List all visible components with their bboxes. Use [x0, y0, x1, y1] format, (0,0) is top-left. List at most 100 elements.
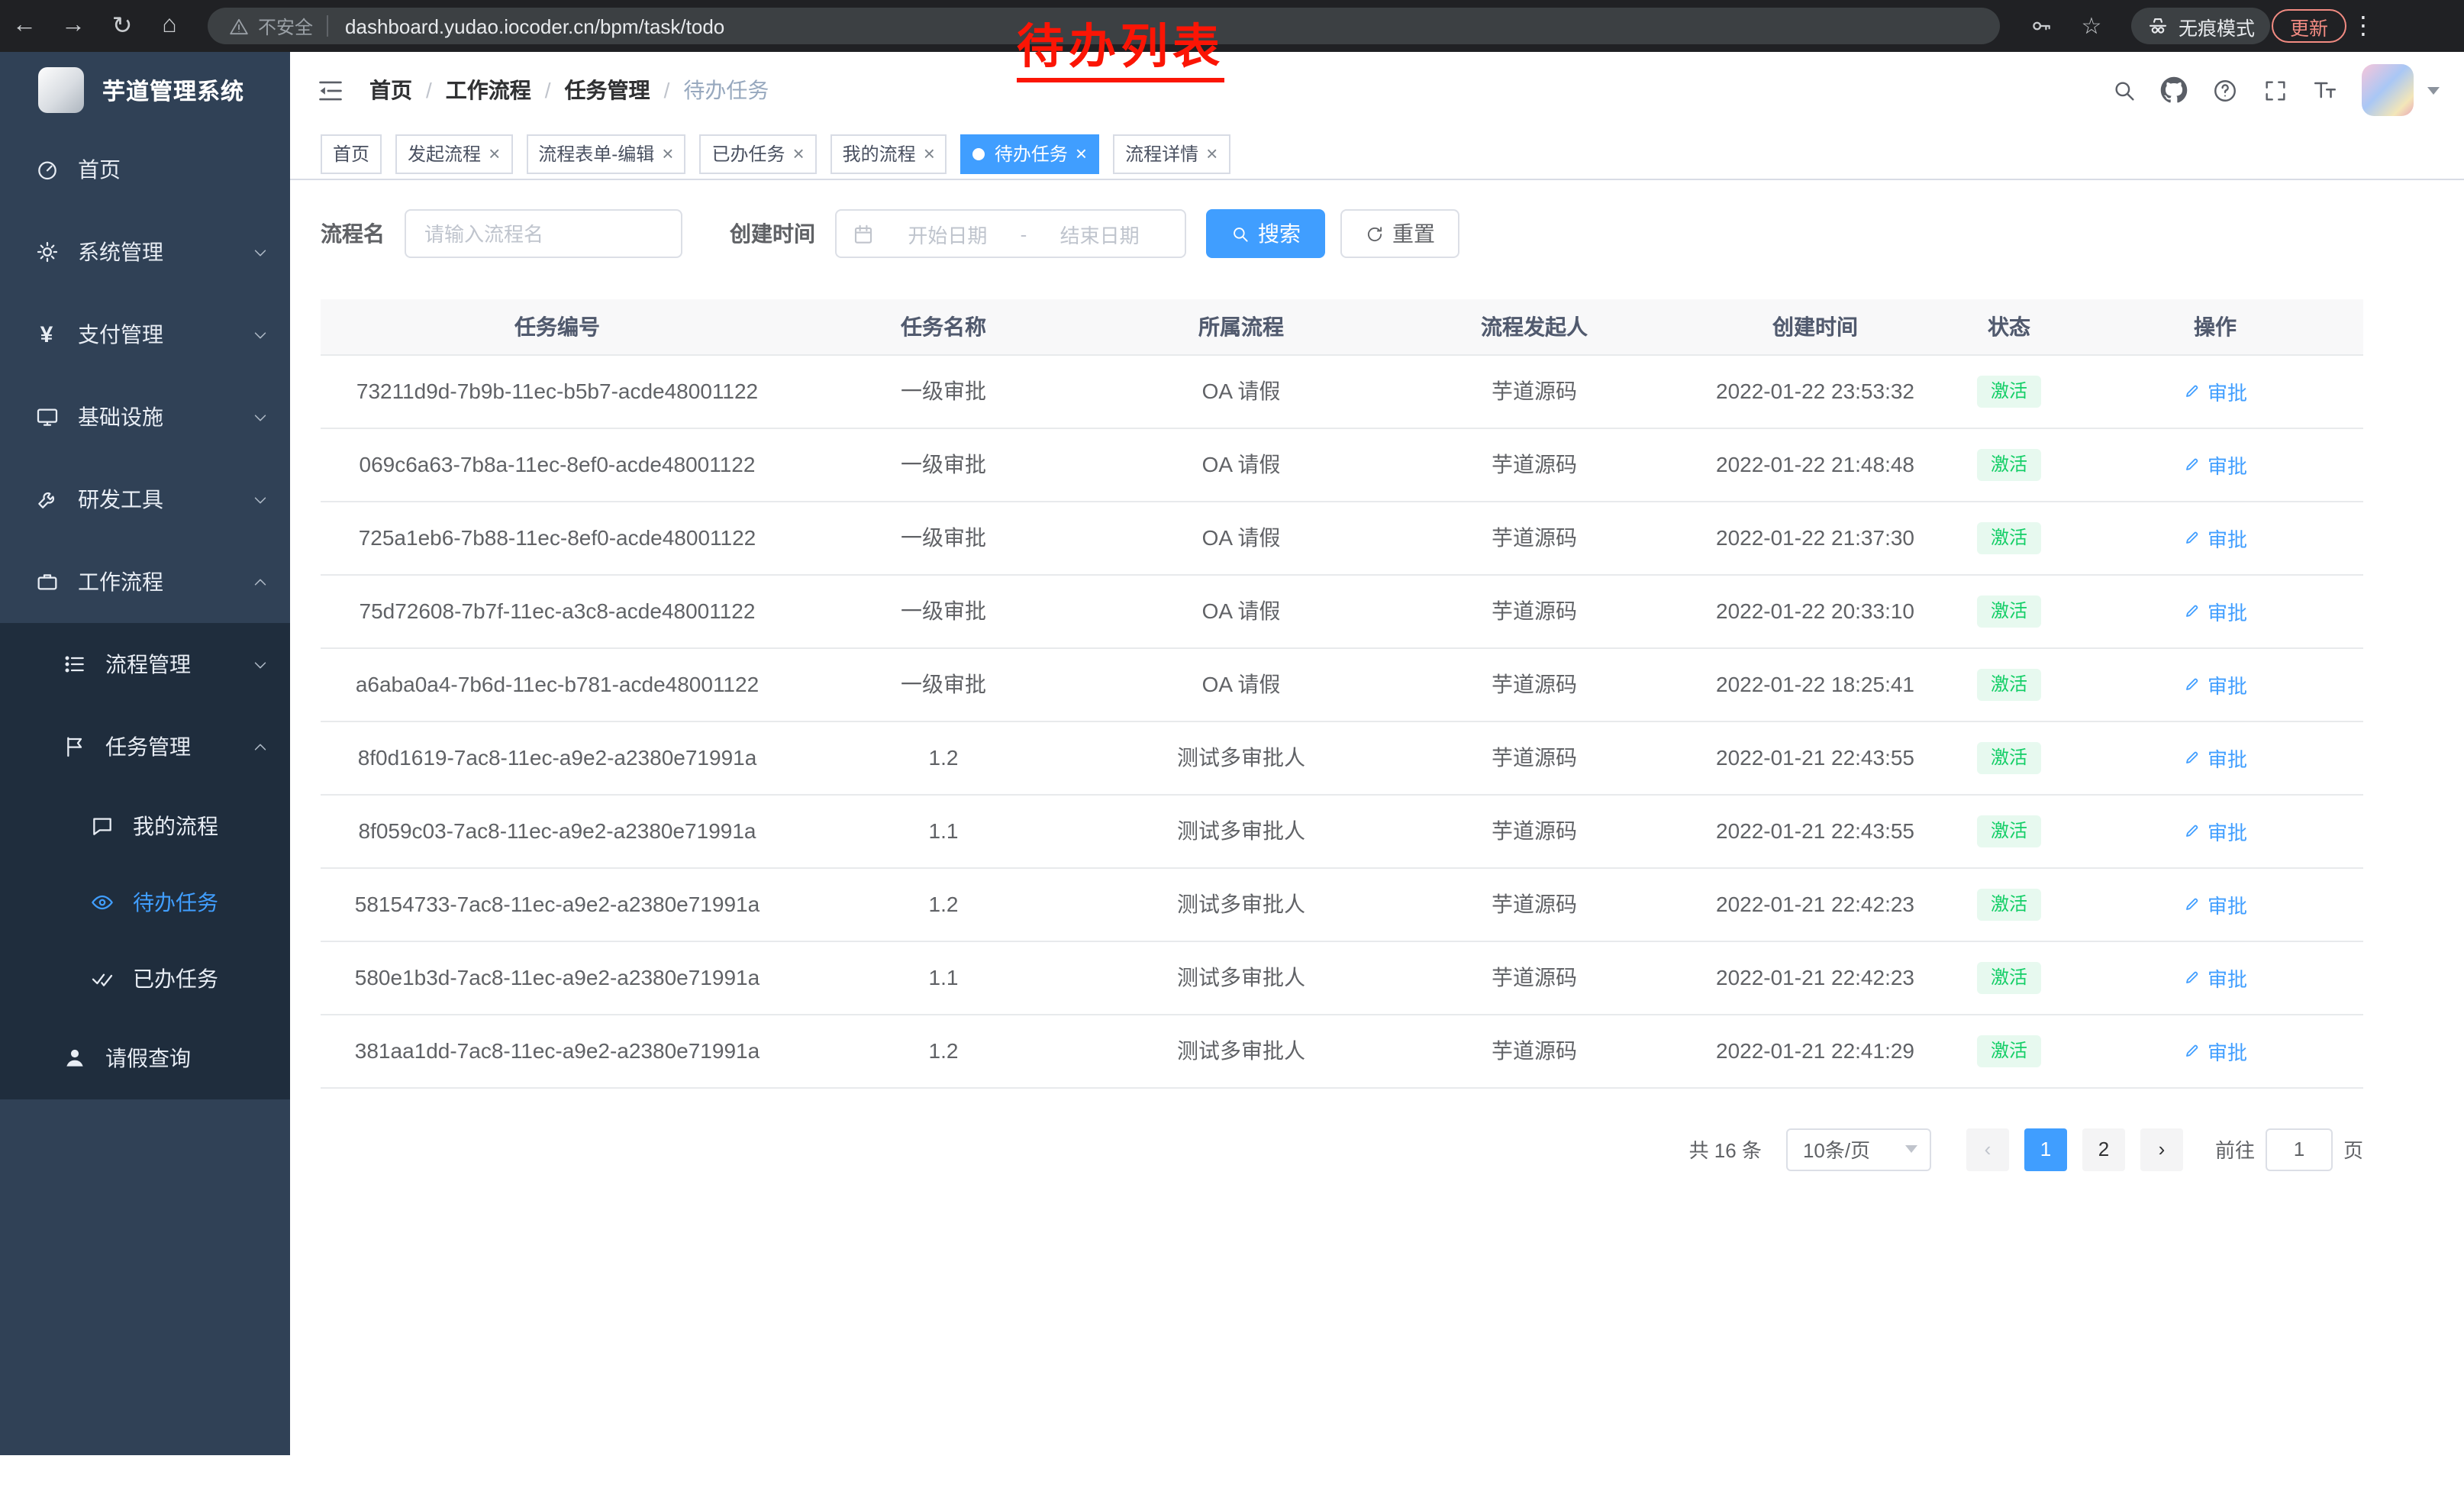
prev-page-button[interactable]: ‹ — [1966, 1128, 2009, 1170]
cell-status: 激活 — [1951, 941, 2067, 1014]
tab-process-detail[interactable]: 流程详情 × — [1113, 134, 1230, 173]
security-label[interactable]: 不安全 — [258, 13, 313, 39]
logo-image — [38, 67, 84, 113]
close-icon[interactable]: × — [1206, 144, 1217, 163]
cell-action: 审批 — [2067, 721, 2363, 794]
sidebar-item-my-processes[interactable]: 我的流程 — [0, 788, 290, 864]
cell-created: 2022-01-21 22:42:23 — [1679, 941, 1951, 1014]
approve-link[interactable]: 审批 — [2183, 743, 2247, 772]
page-size-select[interactable]: 10条/页 — [1786, 1128, 1931, 1170]
breadcrumb-task-management[interactable]: 任务管理 — [565, 75, 684, 105]
flag-icon — [61, 734, 87, 760]
close-icon[interactable]: × — [1076, 144, 1087, 163]
sidebar-item-home[interactable]: 首页 — [0, 128, 290, 211]
search-icon[interactable] — [2110, 76, 2137, 104]
close-icon[interactable]: × — [792, 144, 804, 163]
home-icon[interactable]: ⌂ — [151, 8, 188, 44]
chevron-down-icon[interactable] — [2427, 86, 2440, 94]
process-name-input[interactable] — [405, 209, 682, 258]
key-icon[interactable] — [2023, 8, 2059, 44]
approve-link[interactable]: 审批 — [2183, 523, 2247, 552]
avatar[interactable] — [2362, 64, 2414, 116]
total-count: 共 16 条 — [1689, 1135, 1762, 1164]
cell-initiator: 芋道源码 — [1389, 1014, 1679, 1087]
breadcrumb-workflow[interactable]: 工作流程 — [446, 75, 565, 105]
back-icon[interactable]: ← — [6, 8, 43, 44]
approve-link[interactable]: 审批 — [2183, 670, 2247, 699]
tab-my-processes[interactable]: 我的流程 × — [830, 134, 947, 173]
cell-process: OA 请假 — [1093, 574, 1389, 647]
table-row: 75d72608-7b7f-11ec-a3c8-acde48001122一级审批… — [321, 574, 2363, 647]
cell-initiator: 芋道源码 — [1389, 647, 1679, 721]
help-icon[interactable] — [2211, 76, 2238, 104]
sidebar-item-workflow[interactable]: 工作流程 — [0, 541, 290, 623]
approve-link[interactable]: 审批 — [2183, 963, 2247, 992]
status-badge: 激活 — [1977, 961, 2041, 993]
approve-link[interactable]: 审批 — [2183, 596, 2247, 625]
cell-status: 激活 — [1951, 428, 2067, 501]
tab-done-tasks[interactable]: 已办任务 × — [699, 134, 816, 173]
cell-action: 审批 — [2067, 354, 2363, 428]
search-button[interactable]: 搜索 — [1206, 209, 1325, 258]
col-created: 创建时间 — [1679, 299, 1951, 354]
reload-icon[interactable]: ↻ — [104, 8, 140, 44]
close-icon[interactable]: × — [662, 144, 673, 163]
forward-icon[interactable]: → — [55, 8, 92, 44]
cell-task-id: 725a1eb6-7b88-11ec-8ef0-acde48001122 — [321, 501, 794, 574]
sidebar-item-payment[interactable]: ¥ 支付管理 — [0, 293, 290, 376]
page-button-1[interactable]: 1 — [2024, 1128, 2067, 1170]
sidebar-item-infrastructure[interactable]: 基础设施 — [0, 376, 290, 458]
sidebar-item-leave-query[interactable]: 请假查询 — [0, 1017, 290, 1099]
approve-link[interactable]: 审批 — [2183, 450, 2247, 479]
cell-action: 审批 — [2067, 794, 2363, 867]
app-logo[interactable]: 芋道管理系统 — [0, 52, 290, 128]
close-icon[interactable]: × — [489, 144, 500, 163]
github-icon[interactable] — [2160, 76, 2188, 104]
cell-action: 审批 — [2067, 941, 2363, 1014]
range-separator: - — [1018, 222, 1030, 245]
menu-dots-icon[interactable]: ⋮ — [2345, 8, 2382, 44]
calendar-icon — [852, 222, 875, 245]
approve-link[interactable]: 审批 — [2183, 816, 2247, 845]
approve-link[interactable]: 审批 — [2183, 376, 2247, 405]
tab-process-form-edit[interactable]: 流程表单-编辑 × — [526, 134, 685, 173]
cell-task-name: 一级审批 — [794, 354, 1093, 428]
reset-button[interactable]: 重置 — [1340, 209, 1459, 258]
cell-created: 2022-01-22 21:37:30 — [1679, 501, 1951, 574]
col-initiator: 流程发起人 — [1389, 299, 1679, 354]
font-size-icon[interactable] — [2311, 76, 2339, 104]
sidebar-collapse-icon[interactable] — [316, 76, 345, 105]
next-page-button[interactable]: › — [2140, 1128, 2183, 1170]
sidebar-item-process-management[interactable]: 流程管理 — [0, 623, 290, 705]
update-button[interactable]: 更新 — [2272, 9, 2346, 43]
sidebar-item-done-tasks[interactable]: 已办任务 — [0, 941, 290, 1017]
cell-status: 激活 — [1951, 867, 2067, 941]
approve-link[interactable]: 审批 — [2183, 1036, 2247, 1065]
breadcrumb-home[interactable]: 首页 — [369, 75, 446, 105]
cell-task-name: 一级审批 — [794, 428, 1093, 501]
date-range-picker[interactable]: 开始日期 - 结束日期 — [835, 209, 1186, 258]
sidebar-item-task-management[interactable]: 任务管理 — [0, 705, 290, 788]
fullscreen-icon[interactable] — [2261, 76, 2288, 104]
tab-start-process[interactable]: 发起流程 × — [395, 134, 512, 173]
status-badge: 激活 — [1977, 1035, 2041, 1067]
tab-home[interactable]: 首页 — [321, 134, 382, 173]
approve-link[interactable]: 审批 — [2183, 889, 2247, 918]
close-icon[interactable]: × — [924, 144, 935, 163]
url-text[interactable]: dashboard.yudao.iocoder.cn/bpm/task/todo — [345, 15, 724, 37]
incognito-icon — [2146, 15, 2169, 37]
star-icon[interactable]: ☆ — [2073, 8, 2110, 44]
cell-initiator: 芋道源码 — [1389, 867, 1679, 941]
cell-initiator: 芋道源码 — [1389, 941, 1679, 1014]
chevron-down-icon — [252, 244, 269, 260]
sidebar-item-todo-tasks[interactable]: 待办任务 — [0, 864, 290, 941]
sidebar-item-system[interactable]: 系统管理 — [0, 211, 290, 293]
sidebar-item-devtools[interactable]: 研发工具 — [0, 458, 290, 541]
process-name-label: 流程名 — [321, 218, 385, 249]
screen: ← → ↻ ⌂ 不安全 dashboard.yudao.iocoder.cn/b… — [0, 0, 2464, 1501]
page-button-2[interactable]: 2 — [2082, 1128, 2125, 1170]
main-area: 首页 工作流程 任务管理 待办任务 — [290, 52, 2464, 1501]
goto-page-input[interactable] — [2266, 1128, 2333, 1170]
cell-task-id: 069c6a63-7b8a-11ec-8ef0-acde48001122 — [321, 428, 794, 501]
tab-todo-tasks[interactable]: 待办任务 × — [961, 134, 1099, 173]
